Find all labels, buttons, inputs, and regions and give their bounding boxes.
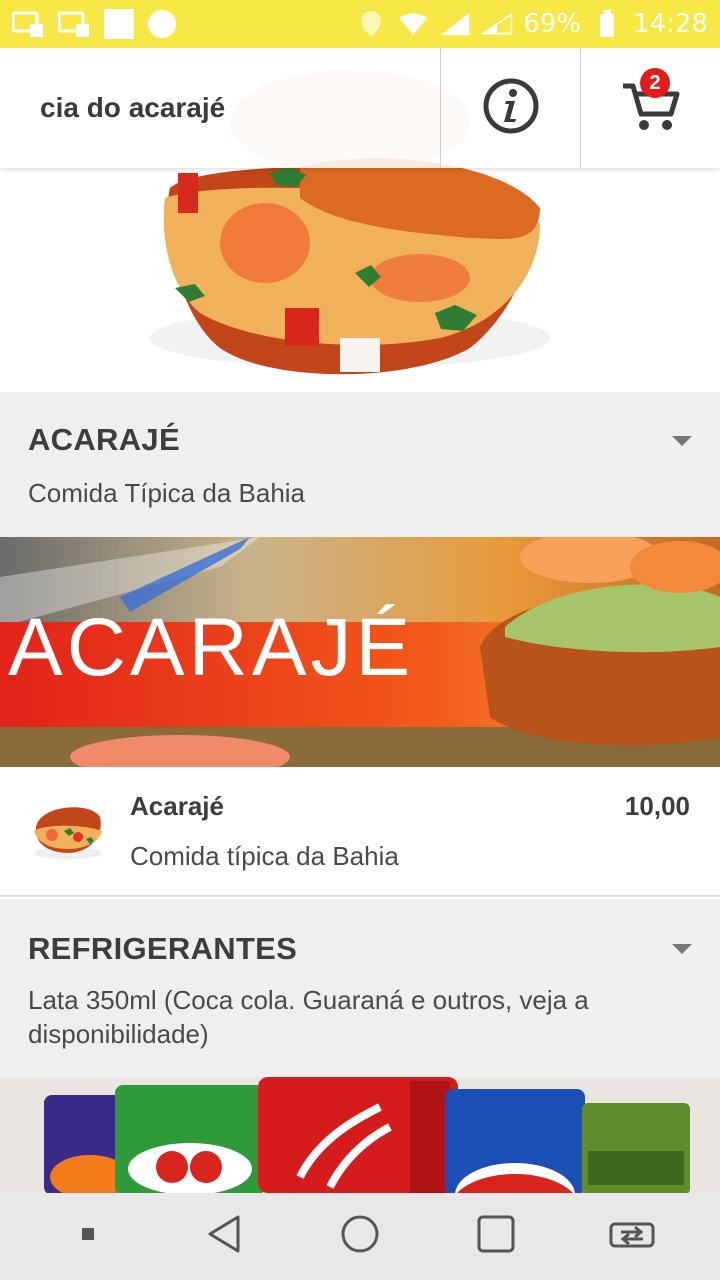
- voicemail-sim2-icon: [58, 10, 90, 38]
- chevron-down-icon[interactable]: [672, 436, 692, 446]
- category-banner-refrigerantes: [0, 1077, 720, 1193]
- square-dot-icon: [81, 1227, 95, 1246]
- wifi-icon: [397, 10, 429, 38]
- product-row-acaraje[interactable]: Acarajé 10,00 Comida típica da Bahia: [0, 767, 720, 897]
- product-description: Comida típica da Bahia: [130, 841, 399, 871]
- banner-text: ACARAJÉ: [8, 602, 414, 693]
- chevron-down-icon[interactable]: [672, 944, 692, 954]
- category-description: Lata 350ml (Coca cola. Guaraná e outros,…: [28, 985, 589, 1049]
- product-name: Acarajé: [130, 791, 224, 821]
- signal-sim1-icon: [439, 10, 471, 38]
- location-icon: [355, 10, 387, 38]
- back-button[interactable]: [194, 1207, 254, 1267]
- battery-percent: 69%: [523, 9, 582, 39]
- voicemail-sim1-icon: [12, 10, 44, 38]
- clock: 14:28: [633, 9, 708, 39]
- recents-button[interactable]: [466, 1207, 526, 1267]
- back-triangle-icon: [206, 1214, 242, 1259]
- product-price: 10,00: [624, 791, 690, 821]
- home-circle-icon: [340, 1214, 380, 1259]
- nav-dot-button[interactable]: [58, 1207, 118, 1267]
- signal-sim2-icon: [481, 10, 513, 38]
- system-nav-bar: [0, 1193, 720, 1280]
- category-acaraje[interactable]: ACARAJÉ Comida Típica da Bahia: [0, 392, 720, 537]
- battery-icon: [591, 10, 623, 38]
- product-thumbnail: [30, 795, 106, 861]
- category-refrigerantes[interactable]: REFRIGERANTES Lata 350ml (Coca cola. Gua…: [0, 899, 720, 1077]
- info-button[interactable]: [440, 48, 580, 168]
- home-button[interactable]: [330, 1207, 390, 1267]
- notification-square-icon: [104, 9, 134, 39]
- info-icon: [482, 77, 540, 140]
- category-title: REFRIGERANTES: [28, 931, 298, 966]
- store-title: cia do acarajé: [40, 92, 226, 123]
- category-description: Comida Típica da Bahia: [28, 478, 306, 508]
- switch-app-button[interactable]: [602, 1207, 662, 1267]
- switch-apps-icon: [609, 1218, 655, 1255]
- recents-square-icon: [477, 1215, 515, 1258]
- category-banner-acaraje: ACARAJÉ: [0, 537, 720, 767]
- cart-count-badge: 2: [640, 68, 670, 98]
- cart-button[interactable]: 2: [580, 48, 720, 168]
- category-title: ACARAJÉ: [28, 422, 180, 457]
- status-bar: 69% 14:28: [0, 0, 720, 48]
- app-header: cia do acarajé 2: [0, 48, 720, 168]
- notification-circle-icon: [148, 10, 176, 38]
